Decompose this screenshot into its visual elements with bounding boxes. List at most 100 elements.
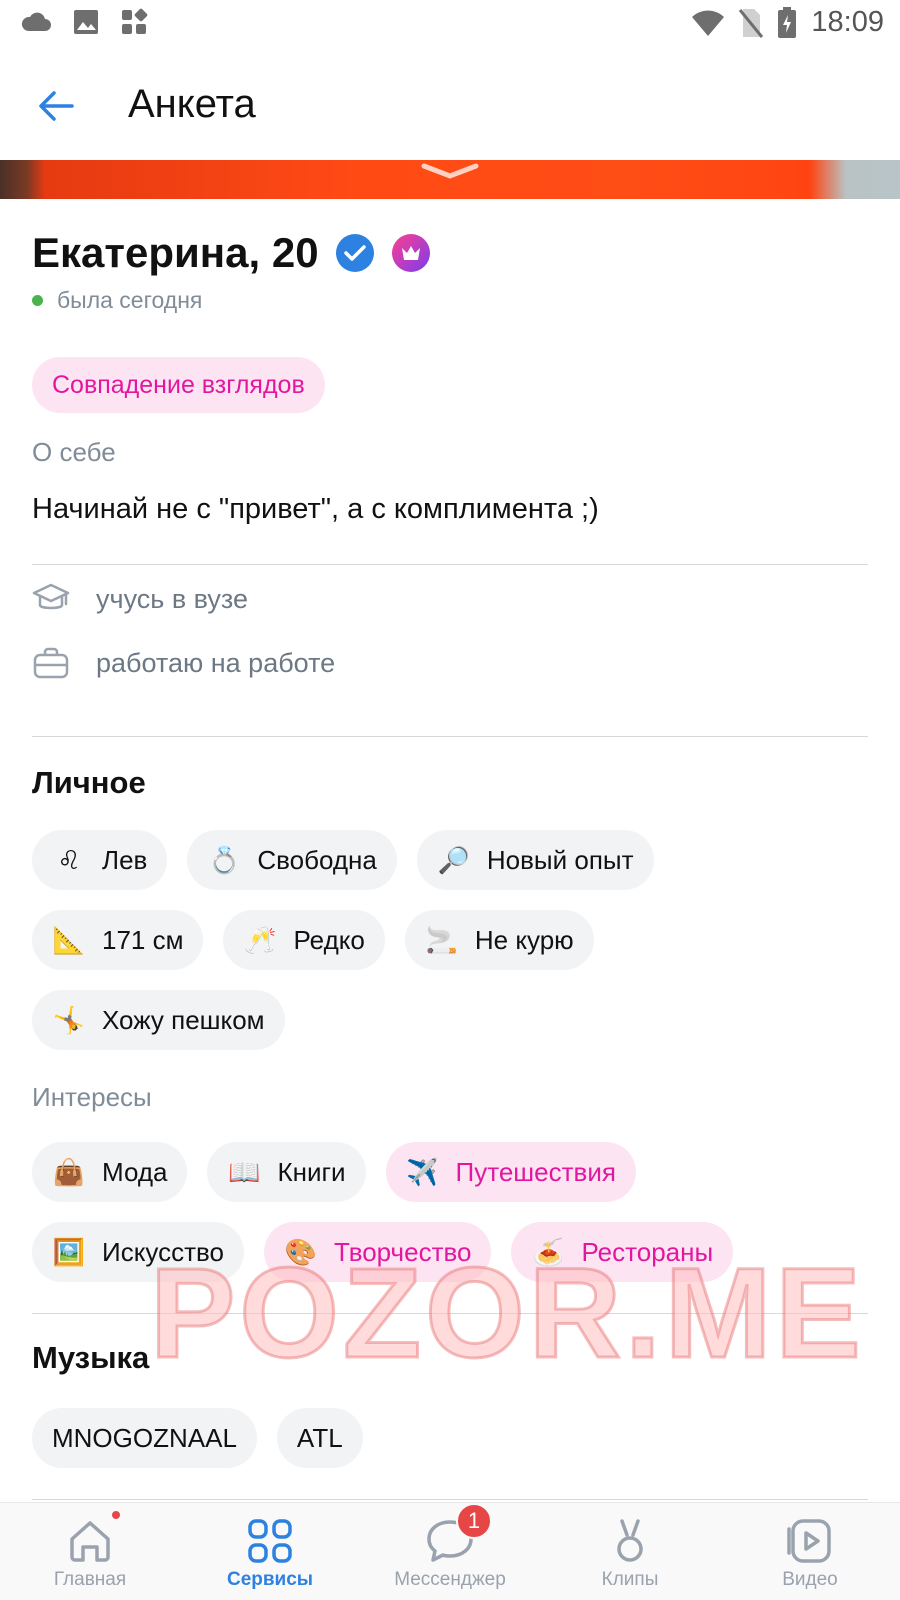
chip-interest-creativity[interactable]: 🎨 Творчество bbox=[263, 1222, 492, 1282]
chip-interest-fashion[interactable]: 👜 Мода bbox=[32, 1142, 188, 1202]
chip-label: 171 см bbox=[102, 924, 184, 955]
about-text: Начинай не с "привет", а с комплимента ;… bbox=[32, 493, 599, 525]
book-icon: 📖 bbox=[228, 1156, 261, 1187]
ruler-icon: 📐 bbox=[52, 924, 86, 955]
work-row: работаю на работе bbox=[32, 645, 335, 681]
chevron-down-icon[interactable] bbox=[418, 160, 482, 182]
divider bbox=[32, 564, 868, 565]
wifi-icon bbox=[692, 10, 725, 36]
chip-smoking[interactable]: 🚬 Не курю bbox=[404, 910, 594, 970]
chip-label: Хожу пешком bbox=[102, 1004, 265, 1035]
chip-alcohol[interactable]: 🥂 Редко bbox=[223, 910, 385, 970]
online-indicator bbox=[32, 295, 43, 306]
chip-interest-art[interactable]: 🖼️ Искусство bbox=[32, 1222, 244, 1282]
personal-chips-row-2: 📐 171 см 🥂 Редко 🚬 Не курю bbox=[32, 910, 594, 970]
tab-label: Видео bbox=[782, 1569, 838, 1590]
education-row: учусь в вузе bbox=[32, 581, 248, 617]
champagne-icon: 🥂 bbox=[244, 924, 277, 955]
online-status: была сегодня bbox=[32, 287, 202, 314]
chip-label: Рестораны bbox=[581, 1236, 714, 1267]
chip-label: Редко bbox=[293, 924, 365, 955]
chip-label: Путешествия bbox=[455, 1156, 616, 1187]
work-text: работаю на работе bbox=[96, 647, 336, 678]
last-seen-text: была сегодня bbox=[57, 287, 203, 313]
match-badge[interactable]: Совпадение взглядов bbox=[32, 357, 325, 413]
tab-messenger[interactable]: Мессенджер bbox=[360, 1503, 540, 1600]
graduation-cap-icon bbox=[32, 583, 70, 610]
chip-interest-restaurants[interactable]: 🍝 Рестораны bbox=[511, 1222, 734, 1282]
page-title: Анкета bbox=[128, 82, 256, 126]
apps-icon bbox=[122, 8, 148, 34]
back-button[interactable] bbox=[30, 80, 82, 132]
messenger-unread-badge: 1 bbox=[456, 1503, 492, 1539]
profile-photo[interactable] bbox=[0, 160, 900, 199]
no-sim-icon bbox=[739, 8, 764, 38]
music-section-title: Музыка bbox=[32, 1340, 150, 1375]
cartwheel-icon: 🤸 bbox=[52, 1004, 86, 1035]
name-row: Екатерина, 20 bbox=[32, 229, 431, 277]
interests-chips-row-2: 🖼️ Искусство 🎨 Творчество 🍝 Рестораны bbox=[32, 1222, 734, 1282]
magnifier-icon: 🔎 bbox=[437, 844, 471, 875]
leo-icon: ♌ bbox=[57, 844, 81, 875]
chip-label: MNOGOZNAAL bbox=[52, 1422, 237, 1453]
palette-icon: 🎨 bbox=[284, 1236, 318, 1267]
tab-clips[interactable]: Клипы bbox=[540, 1503, 720, 1600]
services-grid-icon bbox=[248, 1519, 292, 1563]
app-header: Анкета bbox=[0, 60, 900, 160]
chip-label: Лев bbox=[102, 844, 148, 875]
home-notification-dot bbox=[110, 1509, 122, 1521]
chip-relationship[interactable]: 💍 Свободна bbox=[187, 830, 397, 890]
bottom-tab-bar: Главная Сервисы Мессенджер Клипы Видео 1 bbox=[0, 1502, 900, 1600]
tab-label: Клипы bbox=[601, 1569, 659, 1590]
divider bbox=[32, 1313, 868, 1314]
personal-chips-row-1: ♌ Лев 💍 Свободна 🔎 Новый опыт bbox=[32, 830, 654, 890]
about-label: О себе bbox=[32, 437, 116, 467]
chip-label: Новый опыт bbox=[486, 844, 634, 875]
tab-services[interactable]: Сервисы bbox=[180, 1503, 360, 1600]
framed-picture-icon: 🖼️ bbox=[52, 1236, 86, 1267]
cigarette-icon: 🚬 bbox=[425, 924, 459, 955]
tab-home[interactable]: Главная bbox=[0, 1503, 180, 1600]
chip-label: Не курю bbox=[474, 924, 574, 955]
tab-label: Мессенджер bbox=[394, 1569, 506, 1590]
interests-chips-row-1: 👜 Мода 📖 Книги ✈️ Путешествия bbox=[32, 1142, 636, 1202]
chip-label: Мода bbox=[102, 1156, 168, 1187]
chip-label: Свободна bbox=[257, 844, 377, 875]
tab-video[interactable]: Видео bbox=[720, 1503, 900, 1600]
chip-label: ATL bbox=[296, 1422, 343, 1453]
cloud-icon bbox=[21, 12, 51, 31]
education-text: учусь в вузе bbox=[96, 583, 249, 614]
tab-label: Сервисы bbox=[226, 1569, 314, 1590]
handbag-icon: 👜 bbox=[52, 1156, 86, 1187]
gallery-icon bbox=[74, 10, 98, 34]
verified-check-icon[interactable] bbox=[335, 233, 375, 273]
status-bar-left bbox=[20, 8, 148, 36]
music-chips-row: MNOGOZNAAL ATL bbox=[32, 1408, 363, 1468]
chip-height[interactable]: 📐 171 см bbox=[32, 910, 204, 970]
clips-icon bbox=[617, 1519, 643, 1562]
chip-sport[interactable]: 🤸 Хожу пешком bbox=[32, 990, 285, 1050]
briefcase-icon bbox=[33, 647, 69, 679]
spaghetti-icon: 🍝 bbox=[532, 1236, 565, 1267]
chip-label: Книги bbox=[277, 1156, 346, 1187]
chip-music-artist[interactable]: MNOGOZNAAL bbox=[32, 1408, 257, 1468]
status-time: 18:09 bbox=[811, 6, 884, 38]
chip-interest-travel[interactable]: ✈️ Путешествия bbox=[385, 1142, 636, 1202]
divider bbox=[32, 736, 868, 737]
tab-label: Главная bbox=[53, 1569, 127, 1590]
crown-icon[interactable] bbox=[391, 233, 431, 273]
chip-interest-books[interactable]: 📖 Книги bbox=[207, 1142, 366, 1202]
chip-label: Искусство bbox=[102, 1236, 224, 1267]
status-bar: 18:09 bbox=[0, 0, 900, 50]
chip-label: Творчество bbox=[333, 1236, 472, 1267]
profile-name-age: Екатерина, 20 bbox=[32, 229, 319, 276]
ring-icon: 💍 bbox=[208, 844, 241, 875]
chip-looking-for[interactable]: 🔎 Новый опыт bbox=[416, 830, 654, 890]
personal-section-title: Личное bbox=[32, 765, 146, 800]
personal-chips-row-3: 🤸 Хожу пешком bbox=[32, 990, 285, 1050]
home-icon bbox=[70, 1521, 110, 1562]
arrow-left-icon bbox=[39, 91, 74, 121]
chip-zodiac[interactable]: ♌ Лев bbox=[32, 830, 168, 890]
interests-label: Интересы bbox=[32, 1082, 152, 1112]
chip-music-artist[interactable]: ATL bbox=[276, 1408, 363, 1468]
